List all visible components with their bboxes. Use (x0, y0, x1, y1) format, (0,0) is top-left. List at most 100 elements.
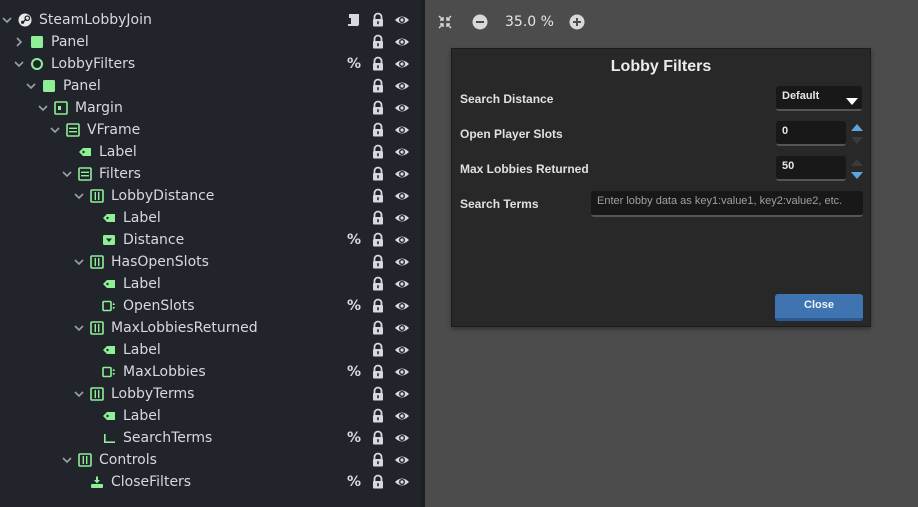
collapse-arrow-icon[interactable] (13, 58, 25, 70)
tree-node-label[interactable]: OpenSlots (123, 298, 195, 314)
collapse-arrow-icon[interactable] (37, 102, 49, 114)
lock-icon[interactable] (370, 166, 386, 182)
lock-icon[interactable] (370, 364, 386, 380)
tree-node-row[interactable]: OpenSlots% (0, 295, 421, 317)
close-button[interactable]: Close (775, 294, 863, 321)
lock-icon[interactable] (370, 430, 386, 446)
visibility-eye-icon[interactable] (394, 474, 410, 490)
tree-node-row[interactable]: Filters (0, 163, 421, 185)
open-slots-spinbox[interactable]: 0 (776, 121, 846, 146)
tree-node-row[interactable]: LobbyTerms (0, 383, 421, 405)
tree-node-label[interactable]: SteamLobbyJoin (39, 12, 152, 28)
tree-node-label[interactable]: Margin (75, 100, 123, 116)
tree-node-label[interactable]: SearchTerms (123, 430, 212, 446)
collapse-arrow-icon[interactable] (73, 256, 85, 268)
lock-icon[interactable] (370, 210, 386, 226)
tree-node-row[interactable]: Margin (0, 97, 421, 119)
center-view-icon[interactable] (436, 13, 454, 31)
tree-node-row[interactable]: LobbyFilters% (0, 53, 421, 75)
tree-node-label[interactable]: Label (123, 408, 161, 424)
lock-icon[interactable] (370, 34, 386, 50)
tree-node-label[interactable]: Label (123, 210, 161, 226)
expand-arrow-icon[interactable] (13, 36, 25, 48)
collapse-arrow-icon[interactable] (73, 322, 85, 334)
zoom-in-button[interactable] (568, 13, 586, 31)
unique-name-icon[interactable]: % (346, 232, 362, 248)
zoom-level-text[interactable]: 35.0 % (505, 13, 554, 31)
unique-name-icon[interactable]: % (346, 298, 362, 314)
lock-icon[interactable] (370, 342, 386, 358)
tree-node-row[interactable]: HasOpenSlots (0, 251, 421, 273)
visibility-eye-icon[interactable] (394, 276, 410, 292)
tree-node-row[interactable]: Label (0, 273, 421, 295)
tree-node-label[interactable]: LobbyFilters (51, 56, 135, 72)
collapse-arrow-icon[interactable] (73, 190, 85, 202)
unique-name-icon[interactable]: % (346, 364, 362, 380)
lock-icon[interactable] (370, 298, 386, 314)
visibility-eye-icon[interactable] (394, 12, 410, 28)
visibility-eye-icon[interactable] (394, 78, 410, 94)
tree-node-label[interactable]: CloseFilters (111, 474, 191, 490)
visibility-eye-icon[interactable] (394, 386, 410, 402)
tree-node-label[interactable]: Distance (123, 232, 184, 248)
visibility-eye-icon[interactable] (394, 188, 410, 204)
lock-icon[interactable] (370, 122, 386, 138)
tree-node-row[interactable]: MaxLobbiesReturned (0, 317, 421, 339)
tree-node-label[interactable]: Panel (51, 34, 89, 50)
tree-node-label[interactable]: Label (123, 276, 161, 292)
lock-icon[interactable] (370, 56, 386, 72)
lock-icon[interactable] (370, 144, 386, 160)
tree-node-row[interactable]: CloseFilters% (0, 471, 421, 493)
canvas-viewport[interactable]: 35.0 % Lobby Filters Search Distance Def… (425, 0, 918, 507)
lock-icon[interactable] (370, 452, 386, 468)
tree-node-row[interactable]: SearchTerms% (0, 427, 421, 449)
visibility-eye-icon[interactable] (394, 166, 410, 182)
search-distance-dropdown[interactable]: Default (776, 86, 862, 111)
tree-node-label[interactable]: LobbyTerms (111, 386, 194, 402)
zoom-out-button[interactable] (471, 13, 489, 31)
visibility-eye-icon[interactable] (394, 144, 410, 160)
open-slots-spin-arrows[interactable] (850, 122, 864, 146)
tree-node-label[interactable]: Controls (99, 452, 157, 468)
lock-icon[interactable] (370, 254, 386, 270)
collapse-arrow-icon[interactable] (1, 14, 13, 26)
collapse-arrow-icon[interactable] (61, 168, 73, 180)
tree-node-label[interactable]: LobbyDistance (111, 188, 214, 204)
unique-name-icon[interactable]: % (346, 474, 362, 490)
tree-node-label[interactable]: Panel (63, 78, 101, 94)
tree-node-label[interactable]: VFrame (87, 122, 140, 138)
lock-icon[interactable] (370, 320, 386, 336)
script-icon[interactable] (346, 12, 362, 28)
visibility-eye-icon[interactable] (394, 232, 410, 248)
max-lobbies-spin-arrows[interactable] (850, 157, 864, 181)
lock-icon[interactable] (370, 408, 386, 424)
lock-icon[interactable] (370, 188, 386, 204)
visibility-eye-icon[interactable] (394, 34, 410, 50)
visibility-eye-icon[interactable] (394, 364, 410, 380)
tree-node-row[interactable]: Controls (0, 449, 421, 471)
tree-node-label[interactable]: Label (123, 342, 161, 358)
unique-name-icon[interactable]: % (346, 430, 362, 446)
max-lobbies-spinbox[interactable]: 50 (776, 156, 846, 181)
tree-node-row[interactable]: Label (0, 405, 421, 427)
visibility-eye-icon[interactable] (394, 210, 410, 226)
visibility-eye-icon[interactable] (394, 298, 410, 314)
lock-icon[interactable] (370, 78, 386, 94)
visibility-eye-icon[interactable] (394, 122, 410, 138)
collapse-arrow-icon[interactable] (25, 80, 37, 92)
visibility-eye-icon[interactable] (394, 408, 410, 424)
lock-icon[interactable] (370, 100, 386, 116)
visibility-eye-icon[interactable] (394, 320, 410, 336)
collapse-arrow-icon[interactable] (73, 388, 85, 400)
visibility-eye-icon[interactable] (394, 452, 410, 468)
visibility-eye-icon[interactable] (394, 100, 410, 116)
tree-node-row[interactable]: MaxLobbies% (0, 361, 421, 383)
lock-icon[interactable] (370, 386, 386, 402)
lock-icon[interactable] (370, 232, 386, 248)
tree-node-row[interactable]: Label (0, 141, 421, 163)
collapse-arrow-icon[interactable] (61, 454, 73, 466)
tree-node-label[interactable]: Label (99, 144, 137, 160)
tree-node-label[interactable]: MaxLobbiesReturned (111, 320, 258, 336)
tree-node-row[interactable]: Panel (0, 31, 421, 53)
tree-node-row[interactable]: Panel (0, 75, 421, 97)
